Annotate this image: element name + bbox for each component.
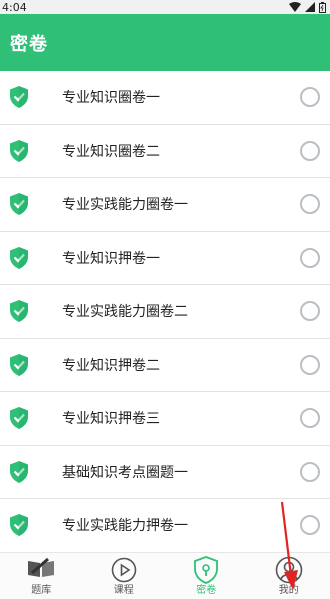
- status-time: 4:04: [2, 0, 27, 14]
- list-item-label: 专业知识押卷一: [62, 250, 160, 267]
- list-item[interactable]: 专业知识押卷二: [0, 338, 330, 392]
- list-item-label: 专业知识圈卷一: [62, 90, 160, 107]
- tab-question-bank[interactable]: 题库: [0, 553, 83, 599]
- play-icon: [109, 555, 139, 585]
- tab-label: 课程: [113, 585, 134, 596]
- tab-secret-papers[interactable]: 密卷: [165, 553, 248, 599]
- shield-check-icon: [10, 139, 28, 162]
- list-item-label: 专业实践能力圈卷一: [62, 197, 188, 214]
- radio-button[interactable]: [300, 301, 320, 322]
- battery-icon: [319, 1, 326, 13]
- radio-button[interactable]: [300, 461, 320, 482]
- list-item[interactable]: 专业实践能力圈卷一: [0, 178, 330, 232]
- shield-check-icon: [10, 514, 28, 537]
- signal-icon: [305, 2, 315, 12]
- shield-check-icon: [10, 86, 28, 109]
- shield-check-icon: [10, 300, 28, 323]
- list-item[interactable]: 专业知识圈卷二: [0, 124, 330, 178]
- page-title: 密卷: [10, 33, 48, 55]
- list-item[interactable]: 专业知识押卷一: [0, 231, 330, 285]
- radio-button[interactable]: [300, 354, 320, 375]
- bottom-tab-bar: 题库 课程 密卷 我的: [0, 552, 330, 599]
- tab-label: 我的: [278, 585, 299, 596]
- shield-check-icon: [10, 246, 28, 269]
- tab-courses[interactable]: 课程: [83, 553, 166, 599]
- list-item[interactable]: 专业知识押卷三: [0, 392, 330, 446]
- book-icon: [26, 555, 56, 585]
- list-item[interactable]: 专业知识圈卷一: [0, 71, 330, 125]
- app-bar: 密卷: [0, 14, 330, 71]
- radio-button[interactable]: [300, 515, 320, 536]
- shield-check-icon: [10, 353, 28, 376]
- status-icons: [289, 0, 326, 14]
- shield-check-icon: [10, 407, 28, 430]
- list-item-label: 基础知识考点圈题一: [62, 464, 188, 481]
- list-item[interactable]: 专业实践能力押卷一: [0, 499, 330, 552]
- radio-button[interactable]: [300, 140, 320, 161]
- shield-check-icon: [10, 193, 28, 216]
- radio-button[interactable]: [300, 87, 320, 108]
- tab-label: 密卷: [196, 585, 217, 596]
- list-item-label: 专业实践能力押卷一: [62, 518, 188, 535]
- list-item-label: 专业实践能力圈卷二: [62, 304, 188, 321]
- shield-check-icon: [10, 460, 28, 483]
- tab-label: 题库: [31, 585, 52, 596]
- list-item-label: 专业知识押卷二: [62, 357, 160, 374]
- tab-profile[interactable]: 我的: [248, 553, 330, 599]
- radio-button[interactable]: [300, 247, 320, 268]
- status-bar: 4:04: [0, 0, 330, 14]
- list-item-label: 专业知识押卷三: [62, 411, 160, 428]
- user-icon: [274, 555, 304, 585]
- lock-shield-icon: [191, 555, 221, 585]
- list-item[interactable]: 专业实践能力圈卷二: [0, 285, 330, 339]
- radio-button[interactable]: [300, 194, 320, 215]
- paper-list: 专业知识圈卷一 专业知识圈卷二 专业实践能力圈卷一 专业知识押卷一 专业实践能力…: [0, 71, 330, 552]
- list-item-label: 专业知识圈卷二: [62, 143, 160, 160]
- list-item[interactable]: 基础知识考点圈题一: [0, 445, 330, 499]
- wifi-icon: [289, 2, 301, 12]
- radio-button[interactable]: [300, 408, 320, 429]
